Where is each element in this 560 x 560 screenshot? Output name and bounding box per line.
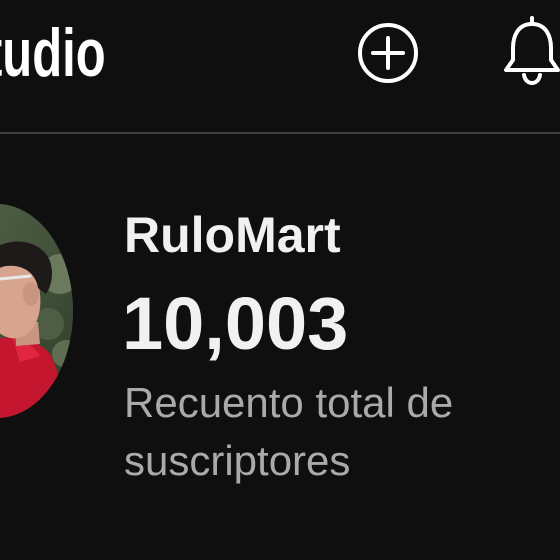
app-title: tudio xyxy=(0,15,106,91)
subscriber-count: 10,003 xyxy=(122,282,349,365)
channel-name: RuloMart xyxy=(124,207,341,263)
header-divider xyxy=(0,132,560,134)
top-app-bar: tudio xyxy=(0,0,560,134)
channel-avatar-photo xyxy=(0,204,73,418)
plus-circle-icon xyxy=(358,23,418,83)
create-button[interactable] xyxy=(356,21,420,85)
notifications-button[interactable] xyxy=(500,14,560,86)
studio-screen: tudio xyxy=(0,0,560,560)
channel-avatar[interactable] xyxy=(0,204,73,418)
subscriber-caption: Recuento total de suscriptores xyxy=(124,379,454,484)
bell-icon xyxy=(504,16,560,86)
